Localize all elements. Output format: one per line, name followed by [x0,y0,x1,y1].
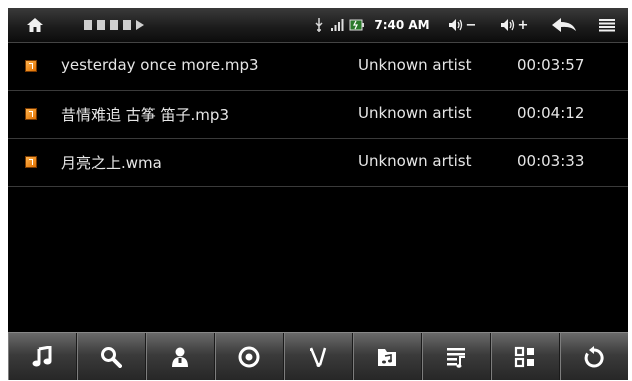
track-artist: Unknown artist [358,152,472,170]
track-title: yesterday once more.mp3 [61,56,259,74]
playlists-button[interactable] [422,333,491,380]
playlist-icon [445,346,467,368]
artist-icon [169,346,191,368]
notification-icons [74,8,154,42]
search-button[interactable] [77,333,146,380]
track-duration: 00:03:57 [517,56,585,74]
notification-icon [97,20,105,30]
track-row[interactable]: 月亮之上.wma Unknown artist 00:03:33 [8,139,628,187]
notification-icon [110,20,118,30]
track-artist: Unknown artist [358,56,472,74]
menu-icon[interactable] [592,8,622,42]
volume-down-label: − [465,17,477,33]
battery-icon [348,8,366,42]
music-note-icon [31,346,53,368]
genre-icon [307,346,329,368]
songs-button[interactable] [8,333,77,380]
audio-file-icon [25,156,37,168]
genres-button[interactable] [284,333,353,380]
audio-file-icon [25,60,37,72]
search-icon [100,346,122,368]
music-player-screen: 7:40 AM − + yesterday once more.mp3 Unkn… [8,8,628,380]
volume-up-button[interactable]: + [492,8,536,42]
grid-view-button[interactable] [491,333,560,380]
volume-down-button[interactable]: − [440,8,484,42]
back-icon[interactable] [546,8,582,42]
track-row[interactable]: 昔情难追 古筝 笛子.mp3 Unknown artist 00:04:12 [8,91,628,139]
bottom-toolbar [8,332,628,380]
refresh-button[interactable] [560,333,628,380]
albums-button[interactable] [215,333,284,380]
refresh-icon [583,346,605,368]
signal-icon [328,8,346,42]
notification-icon [84,20,92,30]
track-title: 昔情难追 古筝 笛子.mp3 [61,106,229,124]
track-artist: Unknown artist [358,104,472,122]
track-row[interactable]: yesterday once more.mp3 Unknown artist 0… [8,43,628,91]
artists-button[interactable] [146,333,215,380]
volume-up-label: + [517,17,529,33]
grid-view-icon [514,346,536,368]
clock: 7:40 AM [374,18,430,32]
folder-icon [376,346,398,368]
usb-icon [312,8,326,42]
play-notification-icon [136,20,144,30]
folders-button[interactable] [353,333,422,380]
album-icon [238,346,260,368]
home-icon[interactable] [22,8,48,42]
track-duration: 00:04:12 [517,104,585,122]
track-list: yesterday once more.mp3 Unknown artist 0… [8,43,628,187]
notification-icon [123,20,131,30]
track-duration: 00:03:33 [517,152,585,170]
status-bar: 7:40 AM − + [8,8,628,43]
audio-file-icon [25,108,37,120]
track-title: 月亮之上.wma [61,154,162,172]
